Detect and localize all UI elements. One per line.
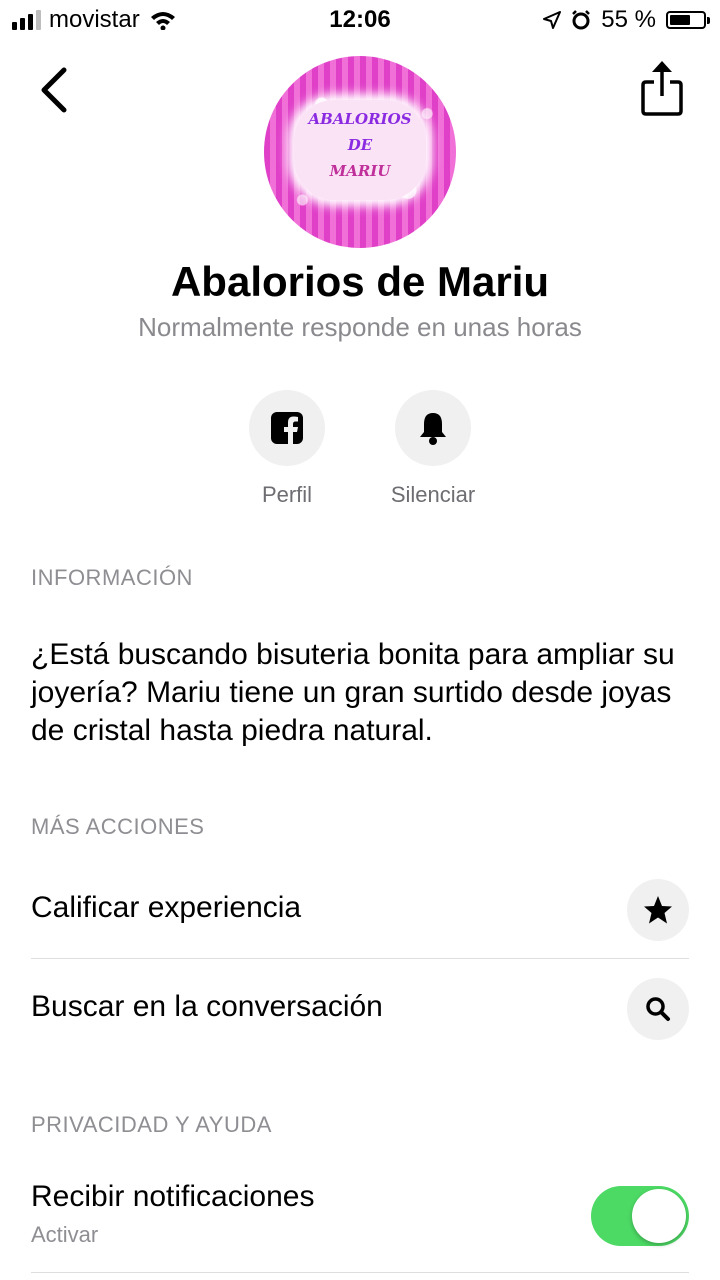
rate-experience-row[interactable]: Calificar experiencia: [31, 861, 689, 959]
facebook-icon: [249, 390, 325, 466]
star-icon: [627, 879, 689, 941]
notifications-toggle[interactable]: [591, 1186, 689, 1246]
notifications-label: Recibir notificaciones: [31, 1180, 315, 1213]
page-title: Abalorios de Mariu: [170, 258, 550, 305]
profile-action-label: Perfil: [261, 482, 313, 507]
profile-action-button[interactable]: Perfil: [227, 390, 347, 508]
mute-action-button[interactable]: Silenciar: [373, 390, 493, 508]
chevron-left-icon: [41, 67, 67, 113]
status-right: 55 %: [543, 6, 710, 34]
status-bar: movistar 12:06 55 %: [0, 0, 720, 40]
back-button[interactable]: [30, 62, 80, 118]
avatar-logo-text: ABALORIOS DE MARIU: [308, 110, 412, 180]
divider: [31, 1272, 689, 1273]
search-conversation-row[interactable]: Buscar en la conversación: [31, 960, 689, 1058]
notifications-sublabel: Activar: [31, 1222, 99, 1247]
info-text: ¿Está buscando bisuteria bonita para amp…: [31, 638, 675, 747]
mute-action-label: Silenciar: [390, 482, 476, 507]
alarm-icon: [572, 10, 591, 30]
search-icon: [627, 978, 689, 1040]
toggle-knob: [632, 1189, 686, 1243]
rate-experience-label: Calificar experiencia: [31, 891, 302, 924]
section-header-privacy: PRIVACIDAD Y AYUDA: [31, 1112, 272, 1137]
share-icon: [641, 61, 683, 116]
battery-percent: 55 %: [601, 6, 656, 33]
share-button[interactable]: [636, 58, 688, 120]
response-time: Normalmente responde en unas horas: [138, 312, 582, 342]
divider: [31, 958, 689, 959]
section-header-info: INFORMACIÓN: [31, 565, 193, 590]
location-arrow-icon: [543, 11, 562, 29]
battery-icon: [666, 11, 710, 29]
search-conversation-label: Buscar en la conversación: [31, 990, 383, 1023]
profile-avatar: ABALORIOS DE MARIU: [264, 56, 456, 248]
bell-icon: [395, 390, 471, 466]
section-header-more-actions: MÁS ACCIONES: [31, 814, 205, 839]
